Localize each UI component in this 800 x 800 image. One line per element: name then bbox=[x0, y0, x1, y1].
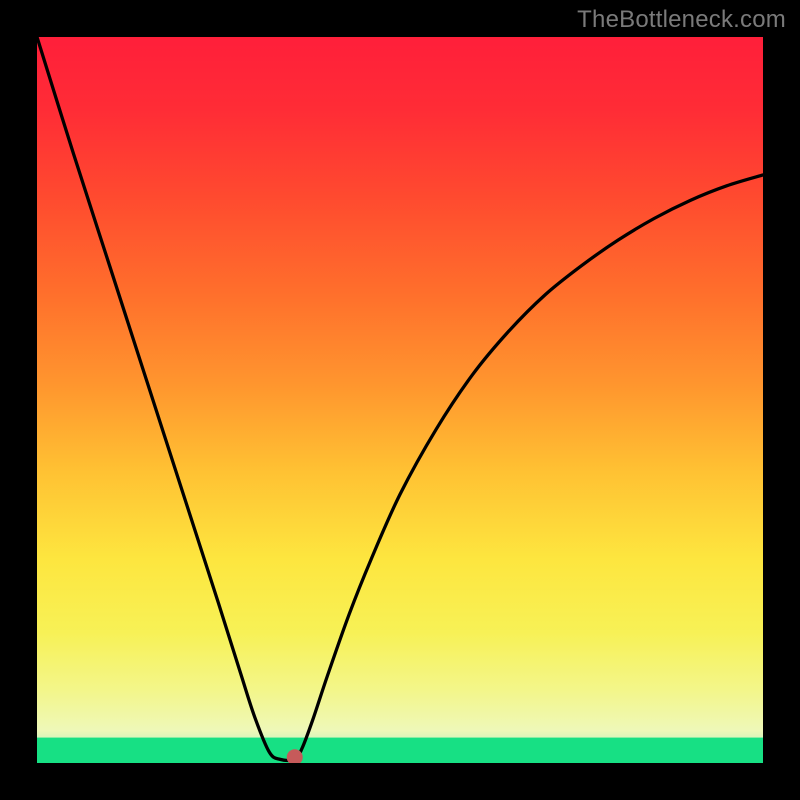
chart-svg bbox=[37, 37, 763, 763]
gradient-background bbox=[37, 37, 763, 763]
green-band bbox=[37, 738, 763, 763]
chart-frame: TheBottleneck.com bbox=[0, 0, 800, 800]
plot-area bbox=[37, 37, 763, 763]
watermark-text: TheBottleneck.com bbox=[577, 6, 786, 34]
